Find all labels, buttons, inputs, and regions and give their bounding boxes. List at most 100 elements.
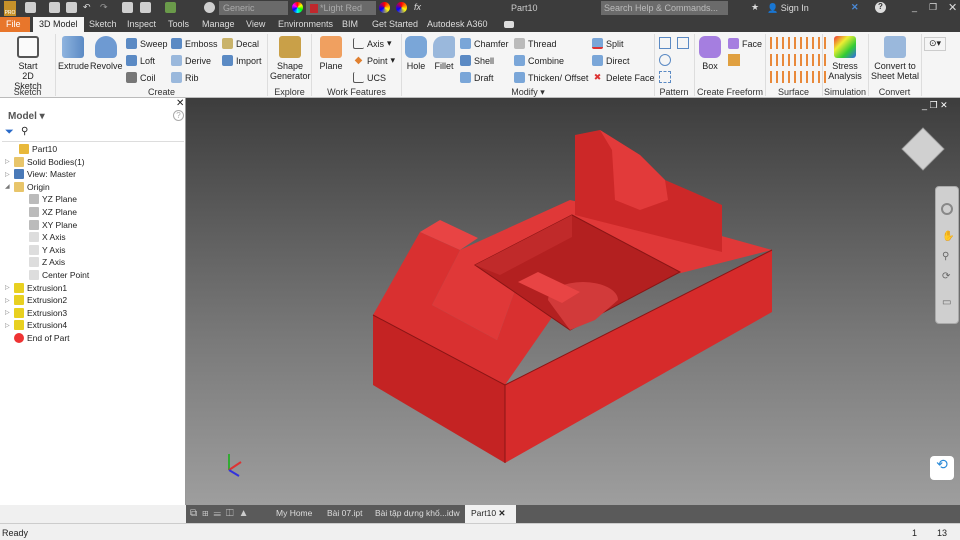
- open-icon[interactable]: [49, 2, 60, 13]
- hole-button[interactable]: Hole: [404, 36, 428, 71]
- tab-environments[interactable]: Environments: [272, 17, 339, 32]
- exchange-icon[interactable]: ✕: [851, 2, 859, 13]
- loft-button[interactable]: Loft: [126, 55, 155, 66]
- doc-tab-bai-07[interactable]: Bài 07.ipt: [327, 508, 362, 518]
- rectangular-pattern-icon[interactable]: [659, 37, 671, 49]
- shell-button[interactable]: Shell: [460, 55, 494, 66]
- tab-tools[interactable]: Tools: [162, 17, 195, 32]
- stress-analysis-button[interactable]: Stress Analysis: [826, 36, 864, 81]
- close-tab-icon[interactable]: ✕: [498, 508, 505, 518]
- doc-tab-part10[interactable]: Part10 ✕: [465, 505, 516, 523]
- sketch-pattern-icon[interactable]: [659, 71, 671, 83]
- start-2d-sketch-button[interactable]: Start 2D Sketch: [8, 36, 48, 91]
- graphics-viewport[interactable]: ✋ ⚲ ⟳ ▭ ⟲ _ ❐ ✕: [186, 98, 960, 505]
- tree-item[interactable]: ▷ Extrusion1: [5, 282, 67, 293]
- expand-toggle-icon[interactable]: ▷: [5, 309, 11, 316]
- derive-button[interactable]: Derive: [171, 55, 211, 66]
- material-icon[interactable]: [204, 2, 215, 13]
- tree-item[interactable]: ▷ Solid Bodies(1): [5, 156, 85, 167]
- select-icon[interactable]: [165, 2, 176, 13]
- app-logo[interactable]: PRO: [4, 1, 16, 16]
- shape-generator-button[interactable]: Shape Generator: [270, 36, 311, 81]
- tab-inspect[interactable]: Inspect: [121, 17, 162, 32]
- rib-button[interactable]: Rib: [171, 72, 199, 83]
- decal-button[interactable]: Decal: [222, 38, 259, 49]
- fillet-button[interactable]: Fillet: [431, 36, 457, 71]
- expand-toggle-icon[interactable]: ▷: [5, 322, 11, 329]
- expand-toggle-icon[interactable]: ▷: [5, 284, 11, 291]
- navigation-bar[interactable]: ✋ ⚲ ⟳ ▭: [935, 186, 959, 324]
- adjust-icon[interactable]: [379, 2, 390, 13]
- draft-button[interactable]: Draft: [460, 72, 494, 83]
- tree-item[interactable]: YZ Plane: [20, 194, 77, 205]
- tree-item[interactable]: Center Point: [20, 270, 89, 280]
- doc-tab-my-home[interactable]: My Home: [276, 508, 312, 518]
- extrude-button[interactable]: Extrude: [58, 36, 89, 71]
- tree-item[interactable]: ▷ View: Master: [5, 169, 76, 180]
- tab-bim[interactable]: BIM: [336, 17, 364, 32]
- emboss-button[interactable]: Emboss: [171, 38, 218, 49]
- tree-item[interactable]: XZ Plane: [20, 207, 77, 217]
- look-at-icon[interactable]: ▭: [942, 297, 951, 308]
- orbit-icon[interactable]: ⟳: [942, 271, 950, 282]
- tree-item[interactable]: X Axis: [20, 232, 66, 243]
- restore-button[interactable]: ❐: [929, 2, 937, 13]
- coil-button[interactable]: Coil: [126, 72, 156, 83]
- surface-tools-icons[interactable]: [770, 37, 826, 85]
- viewport-window-controls[interactable]: _ ❐ ✕: [922, 100, 948, 111]
- redo-icon[interactable]: ↷: [100, 2, 111, 13]
- expand-toggle-icon[interactable]: ▷: [5, 297, 11, 304]
- tab-3d-model[interactable]: 3D Model: [33, 17, 84, 32]
- sweep-button[interactable]: Sweep: [126, 38, 168, 49]
- mirror-icon[interactable]: [677, 37, 689, 49]
- tree-item[interactable]: Part10: [10, 144, 57, 154]
- convert-freeform-icon[interactable]: [728, 54, 740, 66]
- browser-close-icon[interactable]: ✕: [176, 98, 184, 109]
- tree-item[interactable]: ▷ Extrusion3: [5, 307, 67, 318]
- zoom-icon[interactable]: ⚲: [942, 251, 949, 262]
- point-button[interactable]: ◆ Point ▾: [353, 55, 395, 66]
- tab-sketch[interactable]: Sketch: [83, 17, 123, 32]
- minimize-button[interactable]: _: [912, 2, 917, 12]
- share-icon[interactable]: ⟲: [930, 456, 954, 480]
- face-button[interactable]: Face: [728, 38, 762, 49]
- tab-file[interactable]: File: [0, 17, 30, 32]
- tree-item[interactable]: ▷ Extrusion2: [5, 295, 67, 306]
- tree-item[interactable]: Z Axis: [20, 257, 65, 268]
- part-model[interactable]: [186, 98, 960, 505]
- tree-item[interactable]: XY Plane: [20, 219, 77, 230]
- ribbon-options-icon[interactable]: [504, 21, 514, 28]
- circular-pattern-icon[interactable]: [659, 54, 671, 66]
- tab-manage[interactable]: Manage: [196, 17, 241, 32]
- chamfer-button[interactable]: Chamfer: [460, 38, 509, 49]
- expand-toggle-icon[interactable]: ◢: [5, 183, 11, 190]
- close-button[interactable]: ✕: [948, 1, 957, 14]
- favorite-icon[interactable]: ★: [751, 2, 759, 13]
- revolve-button[interactable]: Revolve: [90, 36, 123, 71]
- tree-item[interactable]: End of Part: [5, 333, 70, 343]
- help-icon[interactable]: ?: [875, 2, 886, 13]
- sign-in-button[interactable]: 👤 Sign In: [767, 3, 809, 14]
- thicken-offset-button[interactable]: Thicken/ Offset: [514, 72, 588, 83]
- clear-appearance-icon[interactable]: [396, 2, 407, 13]
- direct-button[interactable]: Direct: [592, 55, 630, 66]
- tab-view[interactable]: View: [240, 17, 271, 32]
- undo-icon[interactable]: ↶: [83, 2, 94, 13]
- appearance-dropdown[interactable]: *Light Red: [306, 1, 376, 15]
- tab-get-started[interactable]: Get Started: [366, 17, 424, 32]
- delete-face-button[interactable]: ✖ Delete Face: [592, 72, 655, 83]
- ucs-button[interactable]: UCS: [353, 72, 386, 83]
- plane-button[interactable]: Plane: [316, 36, 346, 71]
- browser-help-icon[interactable]: ?: [173, 110, 184, 121]
- doc-tab-bai-tap[interactable]: Bài tập dựng khố...idw: [375, 508, 460, 518]
- expand-toggle-icon[interactable]: ▷: [5, 171, 11, 178]
- filter-icon[interactable]: ⏷: [5, 126, 14, 139]
- steering-wheel-icon[interactable]: [941, 203, 953, 215]
- axis-button[interactable]: Axis ▾: [353, 38, 392, 49]
- pan-icon[interactable]: ✋: [942, 231, 954, 242]
- new-icon[interactable]: [25, 2, 36, 13]
- more-options-button[interactable]: ⊙▾: [924, 37, 946, 51]
- split-button[interactable]: Split: [592, 38, 624, 49]
- tree-item[interactable]: ▷ Extrusion4: [5, 320, 67, 331]
- window-arrange-icons[interactable]: ⧉⊞☰◫▲: [190, 508, 254, 519]
